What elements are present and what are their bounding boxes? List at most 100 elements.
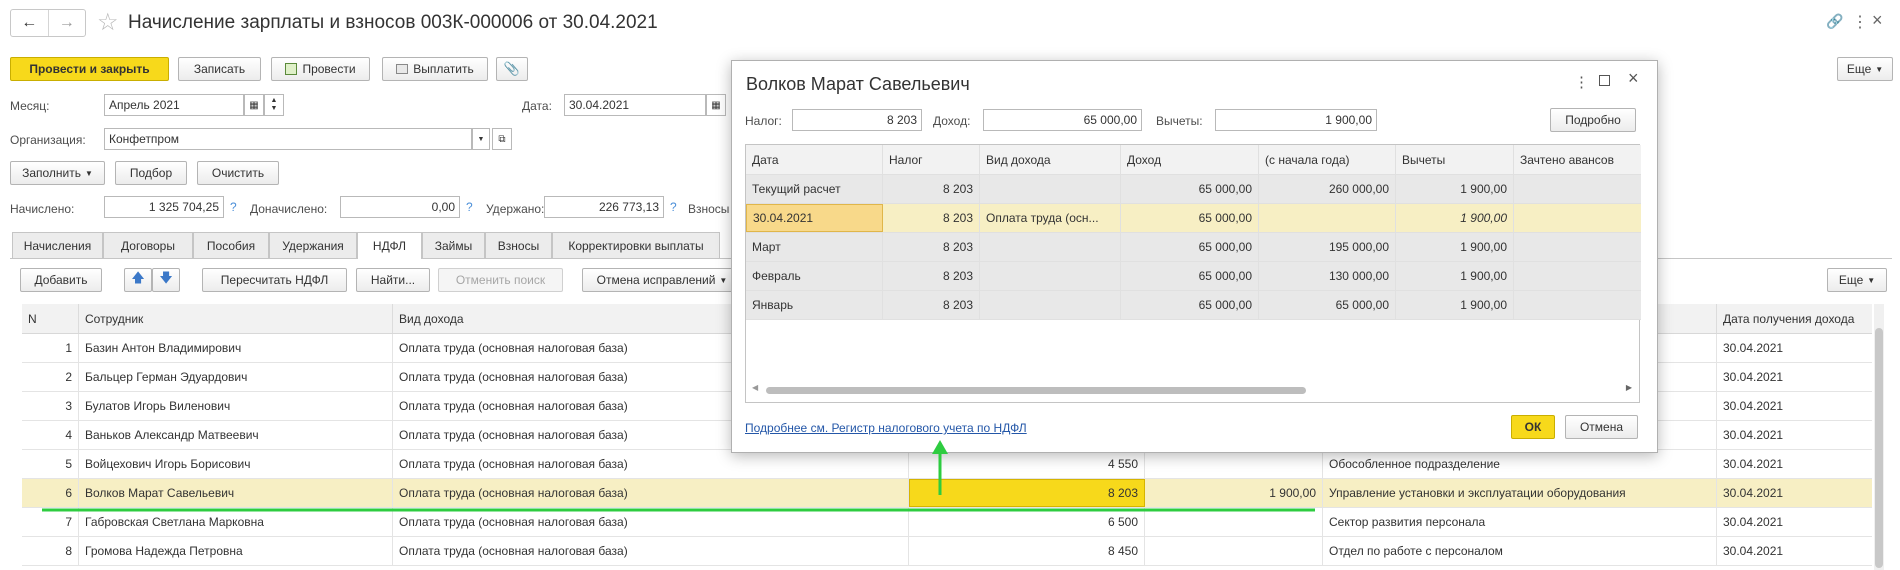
post-and-close-button[interactable]: Провести и закрыть [10,57,169,81]
tab-payment-corrections[interactable]: Корректировки выплаты [552,232,720,258]
dialog-cell-deductions: 1 900,00 [1396,291,1514,319]
dialog-tax-field[interactable]: 8 203 [792,109,922,131]
dcol-tax[interactable]: Налог [883,145,980,174]
table-cell-n: 6 [22,479,79,507]
table-cell-n: 3 [22,392,79,420]
dcol-date[interactable]: Дата [746,145,883,174]
back-icon[interactable]: ← [11,10,49,36]
clear-button[interactable]: Очистить [197,161,279,185]
scroll-left-icon[interactable]: ◀ [752,383,758,392]
dcol-ytd[interactable]: (с начала года) [1259,145,1396,174]
additional-field[interactable]: 0,00 [340,196,460,218]
dialog-close-icon[interactable]: × [1628,68,1639,89]
cancel-search-button[interactable]: Отменить поиск [438,268,563,292]
accrued-field[interactable]: 1 325 704,25 [104,196,224,218]
date-calendar-button[interactable]: ▦ [706,94,726,116]
dialog-title: Волков Марат Савельевич [746,74,970,94]
more-button[interactable]: Еще ▼ [1837,57,1893,81]
additional-help-icon[interactable]: ? [466,200,473,214]
table-cell-tax: 4 550 [909,450,1145,478]
table-cell-date: 30.04.2021 [1723,486,1784,500]
close-window-icon[interactable]: × [1872,10,1883,31]
add-button[interactable]: Добавить [20,268,102,292]
more-vert-icon[interactable]: ⋮ [1852,12,1868,32]
table-cell-income: Оплата труда (основная налоговая база) [393,537,909,565]
accrued-label: Начислено: [10,202,75,216]
dcol-advances[interactable]: Зачтено авансов [1514,145,1637,174]
hscroll-thumb[interactable] [766,387,1306,394]
table-cell-dept: Управление установки и эксплуатации обор… [1323,479,1717,507]
dialog-table-row[interactable]: Март 8 203 65 000,00 195 000,00 1 900,00 [746,233,1641,262]
forward-icon[interactable]: → [49,10,86,36]
dialog-income-field[interactable]: 65 000,00 [983,109,1142,131]
cancel-corrections-button[interactable]: Отмена исправлений ▼ [582,268,742,292]
find-button[interactable]: Найти... [356,268,430,292]
table-cell-date: 30.04.2021 [1723,341,1784,355]
table-row[interactable]: 7 Габровская Светлана Марковна Оплата труд… [22,508,1872,537]
table-cell-income: Оплата труда (основная налоговая база) [393,508,909,536]
dialog-ok-button[interactable]: ОК [1511,415,1555,439]
dialog-deductions-field[interactable]: 1 900,00 [1215,109,1377,131]
organization-open[interactable]: ⧉ [492,128,512,150]
tab-deductions[interactable]: Удержания [269,232,357,258]
favorite-star-icon[interactable]: ☆ [97,8,119,37]
table-row[interactable]: 6 Волков Марат Савельевич Оплата труда (ос… [22,479,1872,508]
fill-label: Заполнить [22,166,81,180]
table-cell-date: 30.04.2021 [1723,428,1784,442]
accrued-help-icon[interactable]: ? [230,200,237,214]
dialog-hscroll[interactable]: ◀ ▶ [752,383,1632,395]
table-row[interactable]: 8 Громова Надежда Петровна Оплата труда (о… [22,537,1872,566]
month-field[interactable]: Апрель 2021 [104,94,244,116]
table-scrollbar[interactable] [1874,304,1884,570]
dcol-income[interactable]: Доход [1121,145,1259,174]
table-row[interactable]: 5 Войцехович Игорь Борисович Оплата труда … [22,450,1872,479]
scrollbar-thumb[interactable] [1875,328,1883,568]
link-icon[interactable]: 🔗 [1826,13,1843,30]
tab-accruals[interactable]: Начисления [12,232,103,258]
scroll-right-icon[interactable]: ▶ [1626,383,1632,392]
dcol-income-type[interactable]: Вид дохода [980,145,1121,174]
pay-button[interactable]: Выплатить [382,57,488,81]
dialog-table-row[interactable]: Январь 8 203 65 000,00 65 000,00 1 900,00 [746,291,1641,320]
save-button[interactable]: Записать [178,57,261,81]
select-button[interactable]: Подбор [115,161,187,185]
dcol-deductions[interactable]: Вычеты [1396,145,1514,174]
col-receive-date[interactable]: Дата получения дохода [1717,304,1872,333]
table-more-button[interactable]: Еще ▼ [1827,268,1887,292]
table-cell-n: 2 [22,363,79,391]
date-field[interactable]: 30.04.2021 [564,94,706,116]
fill-button[interactable]: Заполнить ▼ [10,161,105,185]
move-up-button[interactable]: 🡅 [124,268,152,292]
details-button[interactable]: Подробно [1550,108,1636,132]
recalculate-ndfl-button[interactable]: Пересчитать НДФЛ [202,268,347,292]
dialog-table-row[interactable]: 30.04.2021 8 203 Оплата труда (осн... 65 00… [746,204,1641,233]
tab-ndfl[interactable]: НДФЛ [357,232,422,259]
dropdown-arrow-icon: ▼ [719,275,728,285]
table-cell-deduct: 1 900,00 [1145,479,1323,507]
pay-icon [396,64,409,74]
withheld-field[interactable]: 226 773,13 [544,196,664,218]
dialog-cancel-button[interactable]: Отмена [1565,415,1638,439]
ndfl-register-link[interactable]: Подробнее см. Регистр налогового учета п… [745,421,1027,435]
table-cell-tax: 8 450 [909,537,1145,565]
tab-benefits[interactable]: Пособия [193,232,269,258]
organization-field[interactable]: Конфетпром [104,128,472,150]
withheld-help-icon[interactable]: ? [670,200,677,214]
post-button[interactable]: Провести [271,57,370,81]
tab-contracts[interactable]: Договоры [103,232,193,258]
attach-button[interactable]: 📎 [496,57,528,81]
dialog-more-icon[interactable]: ⋮ [1574,73,1589,91]
dialog-cell-ytd: 65 000,00 [1259,291,1396,319]
dialog-table-row[interactable]: Февраль 8 203 65 000,00 130 000,00 1 900,00 [746,262,1641,291]
tab-loans[interactable]: Займы [422,232,485,258]
dialog-table-row[interactable]: Текущий расчет 8 203 65 000,00 260 000,00 1 … [746,175,1641,204]
dialog-cell-deductions: 1 900,00 [1396,233,1514,261]
move-down-button[interactable]: 🡇 [152,268,180,292]
month-stepper[interactable]: ▲ ▼ [264,94,284,116]
col-employee[interactable]: Сотрудник [79,304,393,333]
col-n[interactable]: N [22,304,79,333]
dialog-maximize-icon[interactable] [1599,75,1610,86]
month-calendar-button[interactable]: ▦ [244,94,264,116]
tab-contributions[interactable]: Взносы [485,232,552,258]
organization-dropdown[interactable]: ▼ [472,128,490,150]
